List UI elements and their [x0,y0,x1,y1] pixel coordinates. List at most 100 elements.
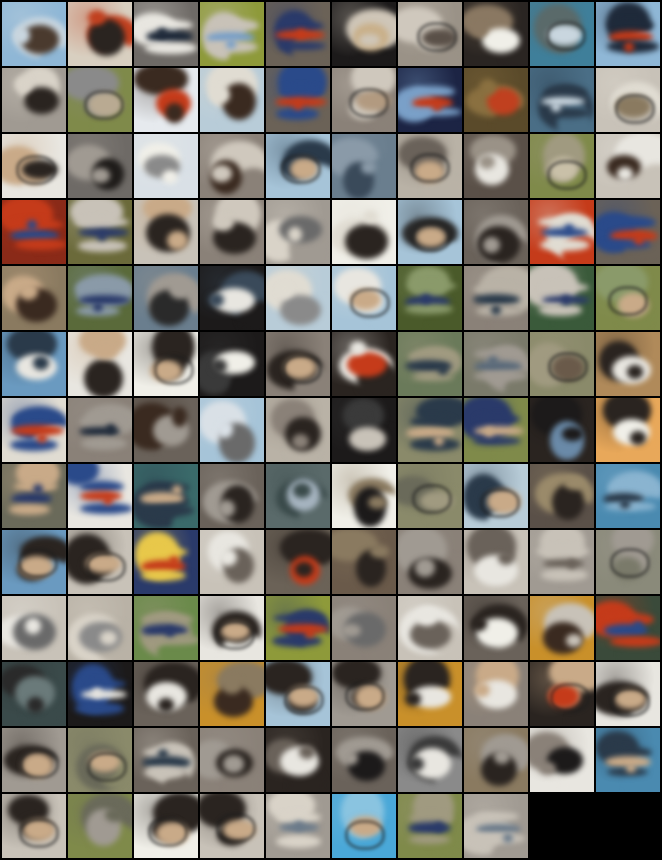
sample-tile [68,398,132,462]
texture-blob [411,484,452,514]
texture-blob [368,496,388,509]
texture-blob [497,550,514,565]
texture-blob [164,102,184,123]
sample-tile [200,332,264,396]
sample-tile [2,68,66,132]
texture-blob [410,152,451,183]
sample-tile [266,134,330,198]
texture-blob [349,87,390,118]
sample-tile [134,728,198,792]
sample-tile [332,134,396,198]
sample-tile [596,332,660,396]
texture-blob [93,301,104,312]
sample-tile [134,398,198,462]
texture-blob [216,420,233,439]
texture-blob [410,222,451,253]
texture-blob [347,352,387,378]
sample-tile [332,596,396,660]
sample-tile [530,266,594,330]
sample-tile [530,68,594,132]
sample-tile [2,794,66,858]
generated-image-grid [0,0,662,860]
texture-blob [156,28,167,39]
texture-blob [293,482,312,498]
sample-tile [68,2,132,66]
sample-tile [200,530,264,594]
texture-blob [344,680,385,711]
texture-blob [162,169,179,184]
texture-blob [83,89,124,120]
sample-tile [398,2,462,66]
sample-tile [2,728,66,792]
texture-blob [145,20,193,31]
sample-tile [134,530,198,594]
sample-tile [596,662,660,726]
texture-blob [416,607,438,626]
sample-tile [2,2,66,66]
texture-blob [279,86,324,96]
texture-blob [79,491,122,501]
sample-tile [2,530,66,594]
sample-tile [68,464,132,528]
texture-blob [615,93,656,124]
sample-tile [332,530,396,594]
texture-blob [604,216,656,229]
texture-blob [223,755,244,773]
sample-tile [2,662,66,726]
texture-blob [604,502,657,511]
texture-blob [549,683,590,714]
sample-tile [68,662,132,726]
sample-tile [2,266,66,330]
sample-tile [398,464,462,528]
texture-blob [90,168,110,183]
sample-tile [200,266,264,330]
texture-blob [279,294,321,326]
sample-tile [530,332,594,396]
sample-tile [200,398,264,462]
texture-blob [540,96,585,106]
texture-blob [18,748,59,779]
sample-tile [200,662,264,726]
texture-blob [292,100,303,111]
texture-blob [548,352,589,383]
sample-tile [332,464,396,528]
texture-blob [106,423,117,434]
sample-tile [596,68,660,132]
sample-tile [200,200,264,264]
texture-blob [608,20,654,31]
sample-tile [200,464,264,528]
texture-blob [14,76,32,93]
texture-blob [546,20,587,51]
sample-tile [398,200,462,264]
sample-tile [398,68,462,132]
texture-blob [433,822,444,833]
texture-blob [538,304,583,316]
texture-blob [218,499,236,518]
sample-tile [398,266,462,330]
sample-tile [464,596,528,660]
sample-tile [134,68,198,132]
texture-blob [539,761,556,776]
texture-blob [215,620,256,651]
texture-blob [222,676,242,694]
texture-blob [543,558,584,568]
sample-tile [332,266,396,330]
texture-blob [281,153,322,184]
texture-blob [86,551,127,582]
sample-tile [134,2,198,66]
sample-tile [464,662,528,726]
texture-blob [87,752,128,783]
texture-blob [619,498,630,509]
texture-blob [95,345,117,360]
texture-blob [349,340,366,355]
sample-tile [596,266,660,330]
sample-tile [200,2,264,66]
sample-tile [530,596,594,660]
texture-blob [417,21,458,52]
sample-tile [398,596,462,660]
sample-tile [530,398,594,462]
texture-blob [26,696,44,714]
sample-tile [2,332,66,396]
texture-blob [282,354,323,384]
sample-tile [200,728,264,792]
